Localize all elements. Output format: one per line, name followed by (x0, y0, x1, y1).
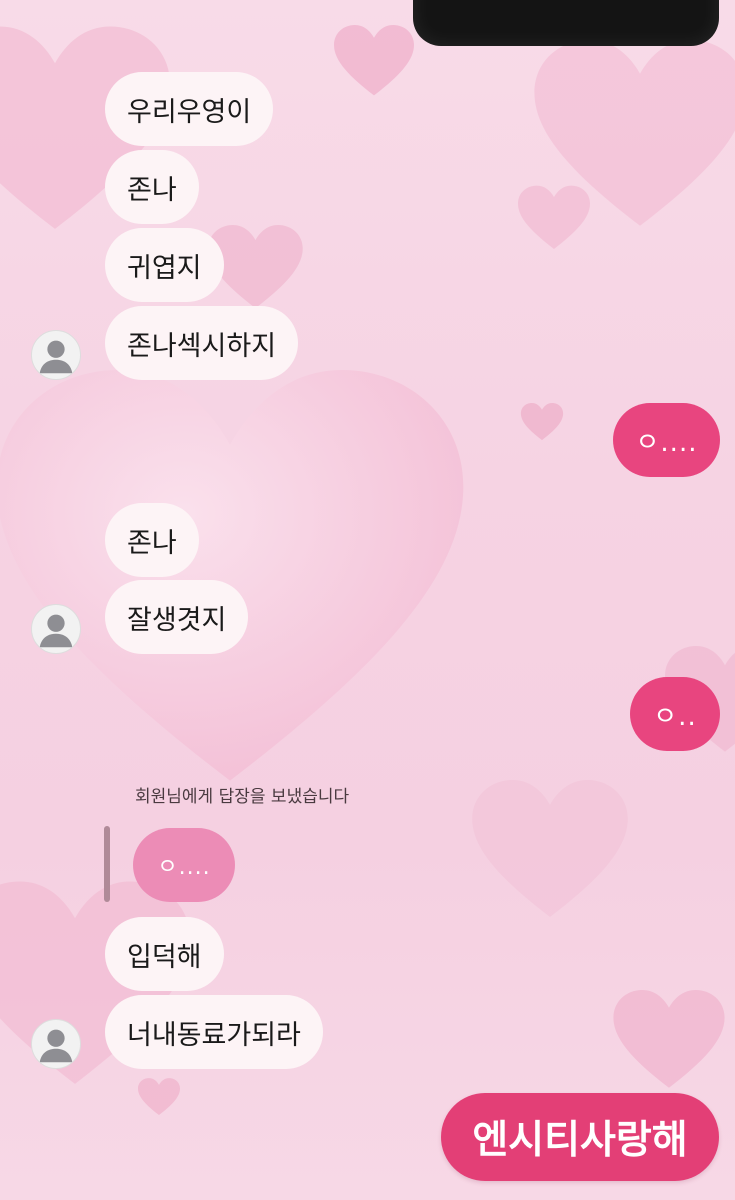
sender-avatar[interactable] (31, 330, 81, 380)
heart-icon (138, 1078, 180, 1116)
quoted-message[interactable]: ㅇ.... (133, 828, 235, 902)
sent-message[interactable]: ㅇ.... (613, 403, 720, 477)
sender-avatar[interactable] (31, 604, 81, 654)
heart-icon (613, 990, 725, 1088)
received-message[interactable]: 존나 (105, 503, 199, 577)
heart-icon (0, 370, 464, 781)
default-profile-icon (39, 340, 73, 374)
received-message[interactable]: 입덕해 (105, 917, 224, 991)
received-message[interactable]: 존나섹시하지 (105, 306, 299, 380)
received-message[interactable]: 잘생겻지 (105, 580, 249, 654)
default-profile-icon (39, 614, 73, 648)
sender-avatar[interactable] (31, 1019, 81, 1069)
quote-indicator (104, 826, 110, 902)
shared-media-preview[interactable] (413, 0, 719, 46)
received-message[interactable]: 귀엽지 (105, 228, 224, 302)
sent-message[interactable]: ㅇ.. (630, 677, 720, 751)
heart-icon (534, 40, 735, 226)
received-message[interactable]: 너내동료가되라 (105, 995, 323, 1069)
heart-icon (518, 185, 590, 249)
sent-sticker-message[interactable]: 엔시티사랑해 (441, 1093, 719, 1181)
heart-icon (472, 780, 628, 917)
received-message[interactable]: 존나 (105, 150, 199, 224)
default-profile-icon (39, 1029, 73, 1063)
received-message[interactable]: 우리우영이 (105, 72, 274, 146)
reply-notice: 회원님에게 답장을 보냈습니다 (135, 787, 350, 807)
heart-icon (520, 403, 564, 441)
heart-icon (334, 25, 414, 96)
